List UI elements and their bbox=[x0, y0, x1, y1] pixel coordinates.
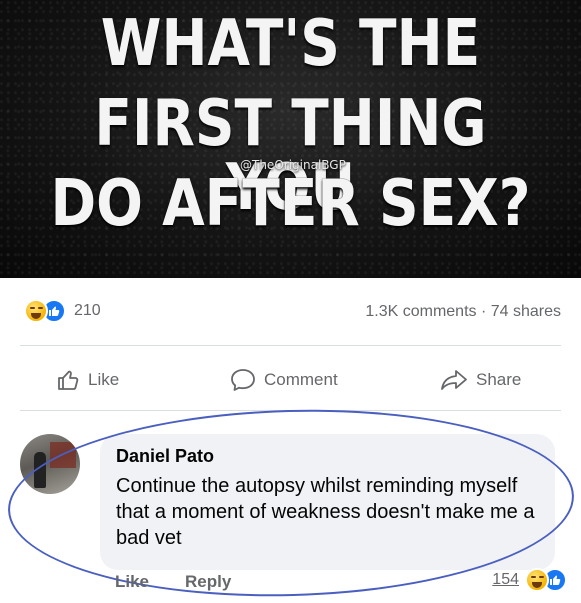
reaction-summary[interactable]: 210 bbox=[24, 299, 101, 323]
divider bbox=[20, 410, 561, 411]
comment-bubble: Daniel Pato Continue the autopsy whilst … bbox=[100, 434, 555, 570]
haha-emoji-icon bbox=[24, 299, 48, 323]
reaction-count: 210 bbox=[74, 302, 101, 319]
image-text-line-1: WHAT'S THE bbox=[100, 7, 481, 81]
comments-shares-count[interactable]: 1.3K comments · 74 shares bbox=[365, 303, 561, 321]
image-text-line-3: DO AFTER SEX? bbox=[50, 167, 531, 241]
like-label: Like bbox=[88, 370, 120, 389]
comment-reply-link[interactable]: Reply bbox=[185, 572, 231, 592]
comment-text: Continue the autopsy whilst reminding my… bbox=[116, 475, 535, 549]
like-button[interactable]: Like bbox=[56, 368, 119, 392]
divider bbox=[20, 345, 561, 346]
comment-reaction-count: 154 bbox=[492, 571, 519, 588]
post-action-bar: Like Comment Share bbox=[0, 360, 581, 400]
watermark: @TheOriginalBGP bbox=[240, 158, 346, 172]
thumbs-up-icon bbox=[58, 370, 79, 390]
post-image[interactable]: WHAT'S THE FIRST THING YOU DO AFTER SEX?… bbox=[0, 0, 581, 278]
comment-icon bbox=[231, 369, 255, 391]
comment-reactions[interactable]: 154 bbox=[492, 568, 567, 592]
avatar[interactable] bbox=[20, 434, 80, 494]
comment-button[interactable]: Comment bbox=[230, 368, 338, 392]
haha-emoji-icon bbox=[525, 568, 549, 592]
share-label: Share bbox=[476, 370, 522, 389]
comment-label: Comment bbox=[264, 370, 338, 389]
comment: Daniel Pato Continue the autopsy whilst … bbox=[0, 402, 581, 603]
comment-like-link[interactable]: Like bbox=[115, 572, 149, 592]
share-button[interactable]: Share bbox=[440, 368, 521, 392]
comment-author[interactable]: Daniel Pato bbox=[116, 446, 539, 467]
share-icon bbox=[441, 370, 467, 390]
post-stats: 210 1.3K comments · 74 shares bbox=[0, 295, 581, 325]
